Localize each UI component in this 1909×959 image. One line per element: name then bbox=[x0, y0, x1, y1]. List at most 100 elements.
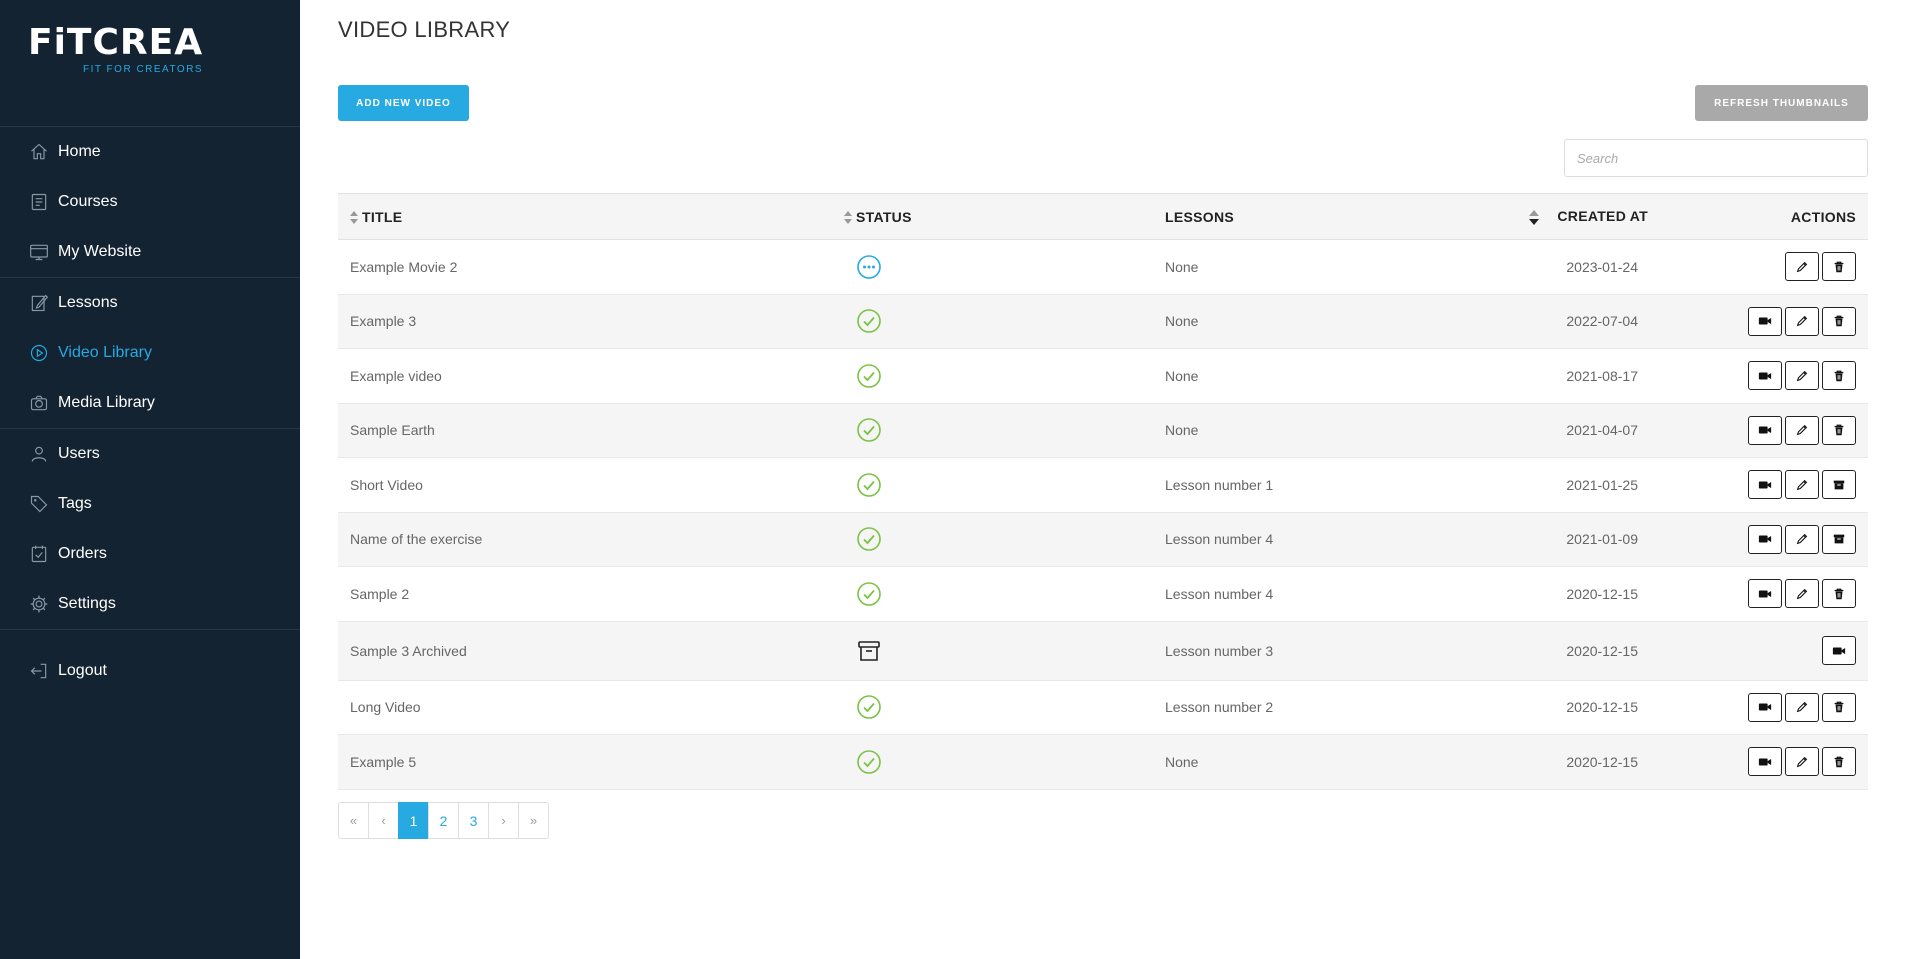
delete-button[interactable] bbox=[1822, 747, 1856, 777]
video-title: Example Movie 2 bbox=[350, 258, 458, 275]
delete-button[interactable] bbox=[1822, 306, 1856, 336]
pagination-first[interactable]: « bbox=[338, 802, 369, 839]
brand-logo[interactable]: FiTCREA FIT FOR CREATORS bbox=[28, 22, 203, 75]
sidebar-group: Lessons Video Library Media Library bbox=[0, 277, 300, 428]
archive-button[interactable] bbox=[1822, 470, 1856, 500]
table-row: Name of the exercise Lesson number 4 2021-… bbox=[338, 512, 1868, 567]
edit-button[interactable] bbox=[1785, 692, 1819, 722]
pagination-next[interactable]: › bbox=[488, 802, 519, 839]
sidebar-item-home[interactable]: Home bbox=[0, 127, 300, 177]
add-new-video-button[interactable]: ADD NEW VIDEO bbox=[338, 85, 469, 121]
created-at-cell: 2022-07-04 bbox=[1566, 313, 1638, 330]
page-title: VIDEO LIBRARY bbox=[338, 17, 511, 42]
archive-icon bbox=[1832, 478, 1846, 492]
video-title: Short Video bbox=[350, 476, 423, 493]
video-title: Example 3 bbox=[350, 313, 417, 330]
edit-button[interactable] bbox=[1785, 415, 1819, 445]
pagination-prev[interactable]: ‹ bbox=[368, 802, 399, 839]
video-button[interactable] bbox=[1822, 636, 1856, 665]
actions-cell bbox=[1648, 403, 1868, 458]
sidebar-item-orders[interactable]: Orders bbox=[0, 529, 300, 579]
video-title: Name of the exercise bbox=[350, 531, 483, 548]
actions-cell bbox=[1648, 458, 1868, 513]
video-button[interactable] bbox=[1748, 361, 1782, 391]
table-row: Sample 2 Lesson number 4 2020-12-15 bbox=[338, 567, 1868, 622]
edit-button[interactable] bbox=[1785, 470, 1819, 500]
status-cell bbox=[840, 621, 1153, 680]
pagination-last[interactable]: » bbox=[518, 802, 549, 839]
courses-icon bbox=[28, 191, 50, 213]
trash-icon bbox=[1832, 755, 1846, 769]
header-title[interactable]: TITLE bbox=[338, 194, 840, 240]
delete-button[interactable] bbox=[1822, 579, 1856, 609]
created-at-cell: 2021-01-25 bbox=[1566, 476, 1638, 493]
edit-button[interactable] bbox=[1785, 747, 1819, 777]
table-row: Sample 3 Archived Lesson number 3 2020-12-… bbox=[338, 621, 1868, 680]
delete-button[interactable] bbox=[1822, 692, 1856, 722]
status-cell bbox=[840, 567, 1153, 622]
sidebar-item-label: Video Library bbox=[58, 344, 152, 361]
sidebar-item-label: Settings bbox=[58, 595, 116, 612]
edit-button[interactable] bbox=[1785, 252, 1819, 282]
sidebar-item-settings[interactable]: Settings bbox=[0, 579, 300, 629]
check-circle-icon bbox=[856, 527, 882, 552]
pencil-icon bbox=[1795, 755, 1809, 769]
sidebar-item-my-website[interactable]: My Website bbox=[0, 227, 300, 277]
lessons-cell: None bbox=[1165, 313, 1199, 330]
actions-cell bbox=[1648, 680, 1868, 735]
sidebar-item-lessons[interactable]: Lessons bbox=[0, 278, 300, 328]
created-at-cell: 2023-01-24 bbox=[1566, 258, 1638, 275]
sidebar-item-video-library[interactable]: Video Library bbox=[0, 328, 300, 378]
search-input[interactable] bbox=[1564, 139, 1868, 177]
check-circle-icon bbox=[856, 363, 882, 388]
pagination-page-1[interactable]: 1 bbox=[398, 802, 429, 839]
delete-button[interactable] bbox=[1822, 252, 1856, 282]
header-status[interactable]: STATUS bbox=[840, 194, 1153, 240]
archive-button[interactable] bbox=[1822, 524, 1856, 554]
video-button[interactable] bbox=[1748, 470, 1782, 500]
status-cell bbox=[840, 294, 1153, 349]
video-title: Sample Earth bbox=[350, 422, 435, 439]
pagination: «‹ 1 2 3 ›» bbox=[338, 802, 549, 839]
video-camera-icon bbox=[1758, 369, 1772, 383]
sidebar-item-courses[interactable]: Courses bbox=[0, 177, 300, 227]
video-button[interactable] bbox=[1748, 524, 1782, 554]
refresh-thumbnails-button[interactable]: REFRESH THUMBNAILS bbox=[1695, 85, 1868, 121]
orders-icon bbox=[28, 543, 50, 565]
trash-icon bbox=[1832, 423, 1846, 437]
sidebar-item-logout[interactable]: Logout bbox=[0, 646, 300, 696]
lessons-cell: Lesson number 1 bbox=[1165, 476, 1274, 493]
actions-cell bbox=[1648, 567, 1868, 622]
video-button[interactable] bbox=[1748, 415, 1782, 445]
sidebar-item-tags[interactable]: Tags bbox=[0, 479, 300, 529]
pagination-page-2[interactable]: 2 bbox=[428, 802, 459, 839]
sidebar-item-label: Orders bbox=[58, 545, 107, 562]
pencil-icon bbox=[1795, 260, 1809, 274]
status-cell bbox=[840, 512, 1153, 567]
pencil-icon bbox=[1795, 423, 1809, 437]
header-title-label: TITLE bbox=[362, 208, 403, 225]
trash-icon bbox=[1832, 700, 1846, 714]
status-cell bbox=[840, 403, 1153, 458]
video-button[interactable] bbox=[1748, 747, 1782, 777]
sidebar-item-label: Lessons bbox=[58, 294, 118, 311]
lessons-cell: None bbox=[1165, 753, 1199, 770]
video-button[interactable] bbox=[1748, 579, 1782, 609]
trash-icon bbox=[1832, 260, 1846, 274]
actions-cell bbox=[1648, 621, 1868, 680]
delete-button[interactable] bbox=[1822, 361, 1856, 391]
edit-button[interactable] bbox=[1785, 524, 1819, 554]
status-cell bbox=[840, 458, 1153, 513]
video-button[interactable] bbox=[1748, 692, 1782, 722]
video-title: Sample 3 Archived bbox=[350, 642, 467, 659]
video-camera-icon bbox=[1758, 587, 1772, 601]
edit-button[interactable] bbox=[1785, 579, 1819, 609]
sidebar-item-users[interactable]: Users bbox=[0, 429, 300, 479]
video-button[interactable] bbox=[1748, 306, 1782, 336]
delete-button[interactable] bbox=[1822, 415, 1856, 445]
edit-button[interactable] bbox=[1785, 306, 1819, 336]
header-created-at[interactable]: CREATED AT bbox=[1493, 194, 1648, 240]
sidebar-item-media-library[interactable]: Media Library bbox=[0, 378, 300, 428]
pagination-page-3[interactable]: 3 bbox=[458, 802, 489, 839]
edit-button[interactable] bbox=[1785, 361, 1819, 391]
